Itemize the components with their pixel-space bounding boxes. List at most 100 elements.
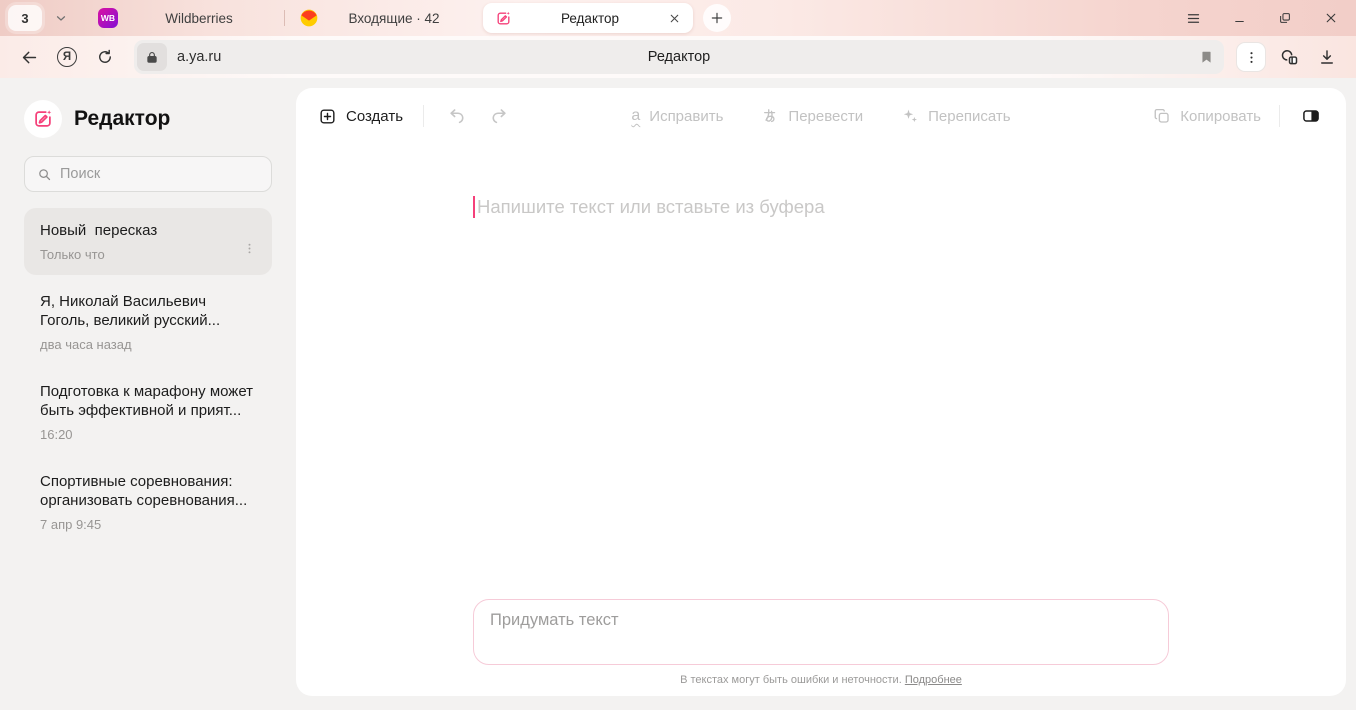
restore-icon <box>1278 11 1292 25</box>
disclaimer: В текстах могут быть ошибки и неточности… <box>680 674 962 686</box>
yandex-mail-icon <box>299 8 319 28</box>
url-field[interactable]: a.ya.ru Редактор <box>134 40 1224 74</box>
kebab-menu-icon <box>1244 50 1259 65</box>
close-window-button[interactable] <box>1322 9 1340 27</box>
copy-icon <box>1153 107 1171 125</box>
copy-label: Копировать <box>1180 108 1261 125</box>
site-security-button[interactable] <box>137 43 167 71</box>
translate-label: Перевести <box>788 108 863 125</box>
window-controls <box>1184 9 1346 27</box>
tab-label: Редактор <box>561 11 619 26</box>
plus-icon <box>710 11 724 25</box>
passwords-button[interactable] <box>1274 42 1304 72</box>
tab-panels-menu-button[interactable] <box>1184 9 1202 27</box>
document-list: Новый пересказ Только что Я, Николай Вас… <box>24 208 272 545</box>
restore-window-button[interactable] <box>1276 9 1294 27</box>
minimize-window-button[interactable] <box>1230 9 1248 27</box>
spellcheck-icon: a <box>631 108 640 124</box>
editor-placeholder: Напишите текст или вставьте из буфера <box>477 196 825 218</box>
bookmark-icon <box>1199 49 1214 65</box>
create-label: Создать <box>346 108 403 125</box>
doc-time: Только что <box>40 247 237 262</box>
hamburger-menu-icon <box>1186 12 1201 25</box>
learn-more-link[interactable]: Подробнее <box>905 674 962 686</box>
doc-title: Спортивные соревнования: организовать со… <box>40 472 256 511</box>
reload-icon <box>96 48 114 66</box>
browser-address-bar: Я a.ya.ru Редактор <box>0 36 1356 78</box>
reload-button[interactable] <box>90 42 120 72</box>
workspace: Редактор Новый пересказ Только что Я, Ни… <box>0 78 1356 710</box>
chevron-down-icon <box>55 12 67 24</box>
wildberries-logo-icon: WB <box>98 8 118 28</box>
back-arrow-icon <box>20 48 39 67</box>
prompt-input[interactable] <box>490 611 1152 653</box>
tab-counter-button[interactable]: 3 <box>8 5 42 31</box>
plus-square-icon <box>318 107 337 126</box>
side-panel-toggle-button[interactable] <box>1298 103 1324 129</box>
app-logo-row: Редактор <box>24 100 272 138</box>
doc-time: 7 апр 9:45 <box>40 517 256 532</box>
new-tab-button[interactable] <box>703 4 731 32</box>
yandex-id-icon: Я <box>57 47 77 67</box>
fix-button[interactable]: a Исправить <box>631 108 723 125</box>
downloads-button[interactable] <box>1312 42 1342 72</box>
doc-item-new-retelling[interactable]: Новый пересказ Только что <box>24 208 272 275</box>
lock-icon <box>145 50 159 65</box>
rewrite-label: Переписать <box>928 108 1011 125</box>
search-input[interactable] <box>60 166 259 182</box>
url-text: a.ya.ru <box>177 49 221 65</box>
doc-item-gogol[interactable]: Я, Николай Васильевич Гоголь, великий ру… <box>24 279 272 365</box>
editor-panel: Создать a Исправить <box>296 88 1346 696</box>
browser-tab-bar: 3 WB Wildberries Входящие · 42 Редактор <box>0 0 1356 36</box>
prompt-box[interactable] <box>473 599 1169 665</box>
close-tab-icon[interactable] <box>668 12 681 25</box>
undo-button[interactable] <box>444 103 470 129</box>
search-box[interactable] <box>24 156 272 192</box>
page-title: Редактор <box>134 49 1224 65</box>
copy-button[interactable]: Копировать <box>1153 107 1261 125</box>
create-button[interactable]: Создать <box>318 107 403 126</box>
text-caret <box>473 196 475 218</box>
toolbar-divider <box>423 105 424 127</box>
key-icon <box>1279 47 1300 68</box>
minimize-icon <box>1233 12 1246 25</box>
search-icon <box>37 167 52 182</box>
close-icon <box>1324 11 1338 25</box>
app-title: Редактор <box>74 107 170 131</box>
sparkles-icon <box>901 107 919 125</box>
tab-list-chevron-button[interactable] <box>46 5 76 31</box>
tab-label: Wildberries <box>165 11 233 26</box>
tab-mail-inbox[interactable]: Входящие · 42 <box>285 0 473 36</box>
doc-time: два часа назад <box>40 337 256 352</box>
disclaimer-text: В текстах могут быть ошибки и неточности… <box>680 674 902 686</box>
download-icon <box>1318 48 1336 66</box>
editor-toolbar: Создать a Исправить <box>296 88 1346 144</box>
doc-item-marathon[interactable]: Подготовка к марафону может быть эффекти… <box>24 369 272 455</box>
bookmark-button[interactable] <box>1199 49 1214 65</box>
back-button[interactable] <box>14 42 44 72</box>
fix-label: Исправить <box>649 108 723 125</box>
doc-title: Я, Николай Васильевич Гоголь, великий ру… <box>40 292 256 331</box>
toolbar-divider <box>1279 105 1280 127</box>
tab-editor-active[interactable]: Редактор <box>483 3 693 33</box>
doc-item-menu-button[interactable] <box>243 242 256 255</box>
undo-icon <box>447 106 467 126</box>
yandex-profile-button[interactable]: Я <box>52 42 82 72</box>
redo-button[interactable] <box>486 103 512 129</box>
doc-title: Новый пересказ <box>40 221 237 241</box>
doc-time: 16:20 <box>40 427 256 442</box>
translate-icon <box>761 107 779 125</box>
tab-label: Входящие · 42 <box>348 11 439 26</box>
editor-text-area[interactable]: Напишите текст или вставьте из буфера В … <box>296 144 1346 696</box>
translate-button[interactable]: Перевести <box>761 107 863 125</box>
doc-item-competitions[interactable]: Спортивные соревнования: организовать со… <box>24 459 272 545</box>
more-options-button[interactable] <box>1236 42 1266 72</box>
editor-app-icon <box>495 10 512 27</box>
tab-wildberries[interactable]: WB Wildberries <box>84 0 284 36</box>
rewrite-button[interactable]: Переписать <box>901 107 1011 125</box>
doc-title: Подготовка к марафону может быть эффекти… <box>40 382 256 421</box>
prompt-area: В текстах могут быть ошибки и неточности… <box>296 599 1346 696</box>
panel-toggle-icon <box>1301 106 1321 126</box>
sidebar: Редактор Новый пересказ Только что Я, Ни… <box>0 78 296 710</box>
kebab-menu-icon <box>243 242 256 255</box>
